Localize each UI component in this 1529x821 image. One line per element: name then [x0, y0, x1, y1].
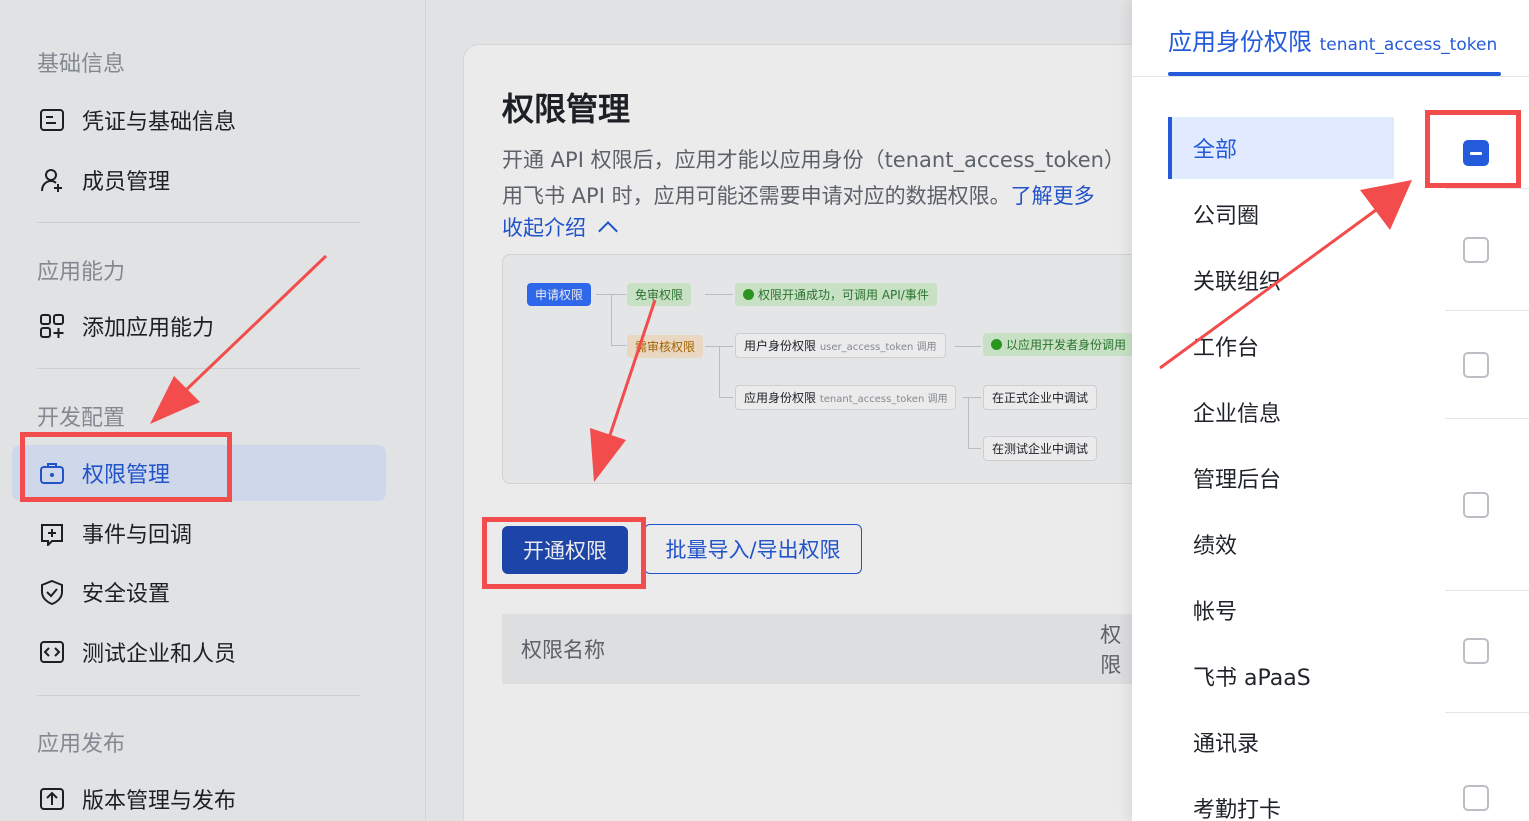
category-performance[interactable]: 绩效: [1168, 513, 1394, 575]
annotation-box-enable-button: [482, 517, 646, 589]
category-attendance[interactable]: 考勤打卡: [1168, 777, 1394, 821]
annotation-box-select-all: [1425, 110, 1521, 188]
category-company-circle[interactable]: 公司圈: [1168, 183, 1394, 245]
divider: [1132, 76, 1529, 77]
divider: [1445, 418, 1529, 419]
category-apaas[interactable]: 飞书 aPaaS: [1168, 645, 1394, 707]
divider: [1445, 712, 1529, 713]
divider: [1445, 590, 1529, 591]
annotation-box-sidebar: [20, 432, 232, 502]
category-workplace[interactable]: 工作台: [1168, 315, 1394, 377]
category-company-info[interactable]: 企业信息: [1168, 381, 1394, 443]
category-contacts[interactable]: 通讯录: [1168, 711, 1394, 773]
tab-token: tenant_access_token: [1319, 35, 1498, 55]
modal-overlay[interactable]: [0, 0, 1132, 821]
row-checkbox[interactable]: [1463, 237, 1489, 263]
row-checkbox[interactable]: [1463, 785, 1489, 811]
tab-label: 应用身份权限: [1168, 28, 1312, 56]
divider: [1445, 188, 1529, 189]
divider: [1445, 310, 1529, 311]
row-checkbox[interactable]: [1463, 638, 1489, 664]
category-related-org[interactable]: 关联组织: [1168, 249, 1394, 311]
row-checkbox[interactable]: [1463, 352, 1489, 378]
row-checkbox[interactable]: [1463, 492, 1489, 518]
category-all[interactable]: 全部: [1168, 117, 1394, 179]
category-account[interactable]: 帐号: [1168, 579, 1394, 641]
tab-app-identity-permission[interactable]: 应用身份权限 tenant_access_token: [1168, 22, 1497, 57]
category-admin[interactable]: 管理后台: [1168, 447, 1394, 509]
